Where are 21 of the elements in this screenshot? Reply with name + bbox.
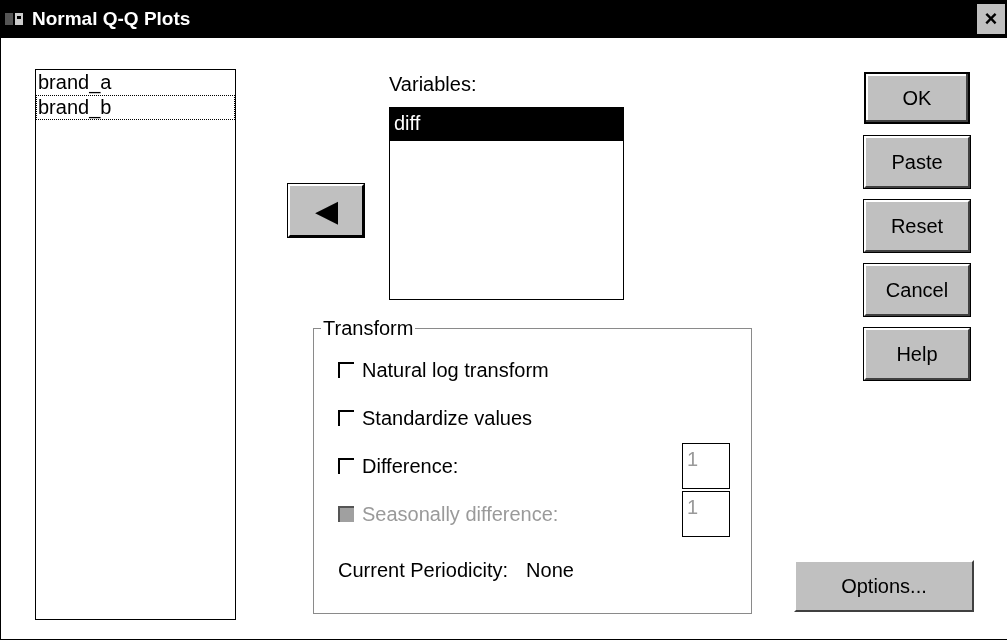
periodicity-label: Current Periodicity: [338,558,509,583]
variables-list[interactable]: diff [389,107,624,300]
dialog-button[interactable]: Help [864,328,970,380]
dialog-button[interactable]: Paste [864,136,970,188]
checkbox-label[interactable]: Difference: [362,451,459,481]
dialog-button[interactable]: Reset [864,200,970,252]
checkbox-label[interactable]: Natural log transform [362,355,549,385]
periodicity-value: None [526,558,574,583]
list-item[interactable]: brand_b [36,95,235,120]
variables-label: Variables: [389,72,478,96]
dialog-button[interactable]: OK [864,72,970,124]
window-title: Normal Q-Q Plots [32,6,191,31]
move-left-button[interactable]: ◀ [288,184,364,237]
checkbox-label[interactable]: Standardize values [362,403,533,433]
left-arrow-icon: ◀ [314,195,338,226]
list-item[interactable]: brand_a [36,70,235,95]
options-button[interactable]: Options... [794,560,974,612]
source-list[interactable]: brand_a brand_b [35,69,236,620]
dialog-button[interactable]: Cancel [864,264,970,316]
list-item[interactable]: diff [390,108,623,141]
close-button[interactable]: × [977,4,1005,34]
